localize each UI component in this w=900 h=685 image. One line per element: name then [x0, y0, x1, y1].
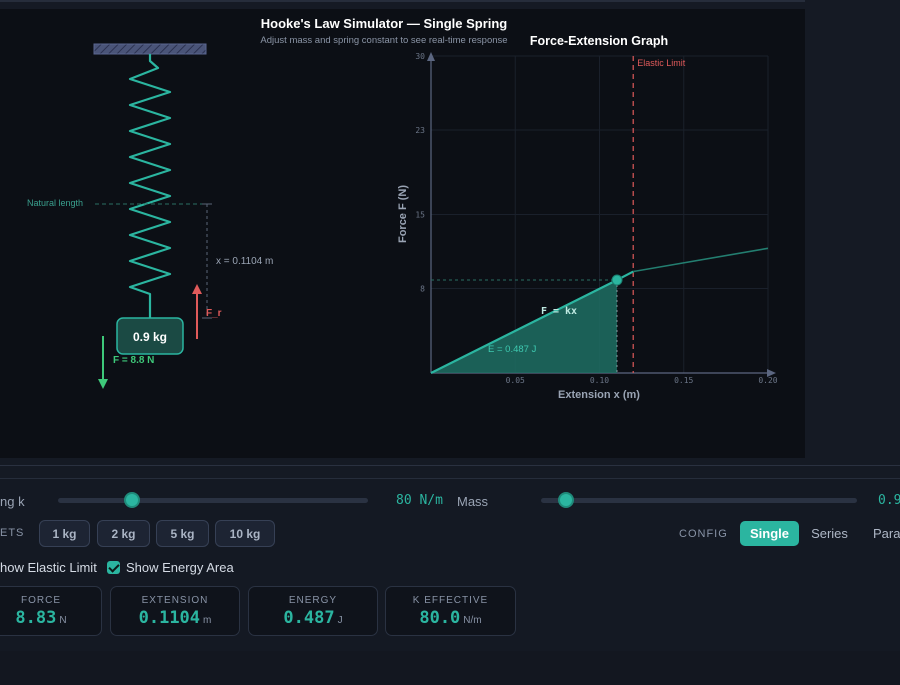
k-effective-readout-value: 80.0 [419, 608, 461, 628]
sim-subtitle: Adjust mass and spring constant to see r… [260, 35, 507, 46]
config-label: CONFIG [679, 528, 728, 540]
config-single-button[interactable]: Single [740, 521, 799, 546]
y-axis-label: Force F (N) [397, 185, 409, 243]
energy-readout-value: 0.487 [283, 608, 335, 628]
current-point [611, 274, 623, 286]
spring-k-slider[interactable] [58, 498, 368, 503]
k-effective-readout: K EFFECTIVE 80.0 N/m [385, 586, 516, 636]
force-readout-title: FORCE [21, 595, 61, 606]
force-readout-value: 8.83 [15, 608, 57, 628]
restoring-force-label: F_r [206, 308, 222, 319]
y-tick-label: 30 [415, 52, 425, 61]
mass-slider-thumb[interactable] [558, 492, 575, 508]
gravity-force-arrowhead [98, 379, 108, 389]
spring-coil [128, 54, 172, 318]
sim-title: Hooke's Law Simulator — Single Spring [261, 16, 508, 31]
gravity-force-label: F = 8.8 N [113, 355, 154, 366]
preset-2kg-button[interactable]: 2 kg [97, 520, 150, 547]
elastic-limit-label: Elastic Limit [637, 58, 686, 68]
ceiling-support [93, 43, 207, 55]
preset-1kg-button[interactable]: 1 kg [39, 520, 90, 547]
energy-label: E = 0.487 J [488, 344, 537, 355]
config-series-button[interactable]: Series [803, 521, 856, 546]
force-line-plastic [633, 247, 769, 273]
x-tick-label: 0.20 [758, 376, 777, 385]
controls-panel: ng k 80 N/m Mass 0.9 ETS 1 kg 2 kg 5 kg … [0, 478, 900, 652]
spring-k-label: ng k [0, 494, 25, 509]
show-elastic-limit-label[interactable]: how Elastic Limit [0, 560, 97, 575]
y-tick-label: 8 [420, 284, 425, 293]
spring-k-value: 80 N/m [396, 493, 443, 508]
mass-slider-label: Mass [457, 494, 489, 509]
simulation-svg: Hooke's Law Simulator — Single Spring Ad… [27, 16, 778, 401]
force-readout-unit: N [59, 615, 67, 626]
chart-title: Force-Extension Graph [530, 34, 668, 48]
k-effective-readout-unit: N/m [463, 615, 482, 626]
energy-readout: ENERGY 0.487 J [248, 586, 378, 636]
mass-slider[interactable] [541, 498, 857, 503]
extension-readout-unit: m [203, 615, 212, 626]
extension-readout: EXTENSION 0.1104 m [110, 586, 240, 636]
extension-readout-title: EXTENSION [141, 595, 209, 606]
top-border [0, 0, 900, 2]
x-tick-label: 0.10 [590, 376, 609, 385]
footer-bar [0, 651, 900, 685]
simulation-canvas: Hooke's Law Simulator — Single Spring Ad… [0, 9, 805, 458]
mass-label: 0.9 kg [133, 330, 167, 344]
y-tick-label: 15 [415, 211, 425, 220]
mass-value: 0.9 [878, 493, 900, 508]
spring-k-slider-thumb[interactable] [124, 492, 141, 508]
extension-readout-value: 0.1104 [138, 608, 201, 628]
presets-label: ETS [0, 527, 25, 539]
x-tick-label: 0.05 [506, 376, 525, 385]
right-gutter [805, 0, 900, 465]
k-effective-readout-title: K EFFECTIVE [412, 595, 489, 606]
energy-readout-title: ENERGY [288, 595, 338, 606]
preset-10kg-button[interactable]: 10 kg [215, 520, 275, 547]
x-axis-label: Extension x (m) [558, 389, 640, 401]
preset-5kg-button[interactable]: 5 kg [156, 520, 209, 547]
show-energy-area-label[interactable]: Show Energy Area [126, 560, 234, 575]
energy-readout-unit: J [337, 615, 343, 626]
force-readout: FORCE 8.83 N [0, 586, 102, 636]
extension-label: x = 0.1104 m [216, 256, 273, 267]
config-parallel-button[interactable]: Paral [866, 521, 900, 546]
x-tick-label: 0.15 [674, 376, 693, 385]
show-energy-area-checkbox[interactable] [107, 561, 120, 574]
section-divider [0, 465, 900, 466]
restoring-force-arrowhead [192, 284, 202, 294]
force-extension-chart: Force-Extension Graph 0.05 0.10 0.15 0.20 8 1… [397, 34, 778, 401]
natural-length-label: Natural length [27, 198, 83, 208]
y-tick-label: 23 [415, 126, 425, 135]
formula-label: F = kx [541, 306, 577, 317]
